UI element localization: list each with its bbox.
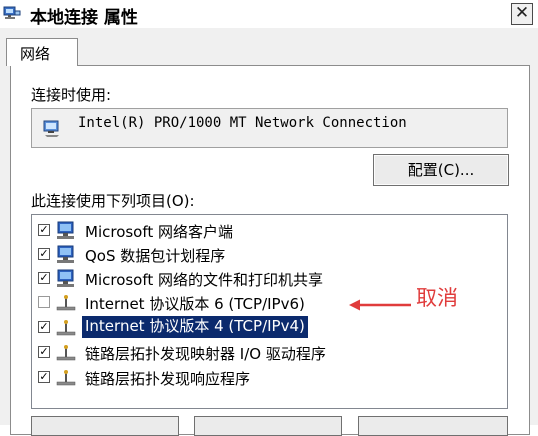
install-button[interactable] (31, 416, 179, 436)
close-button[interactable]: ✕ (511, 3, 533, 25)
uninstall-button[interactable] (194, 416, 342, 436)
properties-button[interactable] (358, 416, 508, 436)
item-label: 链路层拓扑发现映射器 I/O 驱动程序 (85, 345, 326, 363)
protocol-icon (56, 320, 76, 336)
list-item[interactable]: ✓ QoS 数据包计划程序 (34, 243, 504, 266)
configure-button[interactable]: 配置(C)... (373, 154, 509, 186)
annotation-arrow (349, 299, 411, 311)
item-label: Internet 协议版本 6 (TCP/IPv6) (85, 295, 305, 313)
items-list-label: 此连接使用下列项目(O): (31, 192, 195, 210)
item-label: Internet 协议版本 4 (TCP/IPv4) (82, 316, 308, 338)
item-label: QoS 数据包计划程序 (85, 247, 226, 265)
item-checkbox[interactable] (38, 296, 50, 308)
protocol-icon (56, 370, 76, 386)
adapter-field: Intel(R) PRO/1000 MT Network Connection (31, 108, 508, 148)
protocol-icon (56, 345, 76, 361)
item-checkbox[interactable]: ✓ (38, 346, 50, 358)
annotation-label: 取消 (416, 286, 458, 310)
title-bar: 本地连接 属性 ✕ (0, 0, 538, 28)
item-label: 链路层拓扑发现响应程序 (85, 370, 251, 388)
item-checkbox[interactable]: ✓ (38, 272, 50, 284)
item-checkbox[interactable]: ✓ (38, 321, 50, 333)
tab-network[interactable]: 网络 (6, 38, 78, 66)
list-item[interactable]: ✓ Microsoft 网络客户端 (34, 219, 504, 242)
tab-label: 网络 (20, 45, 51, 63)
qos-scheduler-icon (57, 245, 74, 263)
list-item[interactable]: ✓ 链路层拓扑发现响应程序 (34, 366, 504, 389)
connect-using-label: 连接时使用: (31, 86, 112, 104)
file-printer-sharing-icon (57, 269, 74, 287)
adapter-name: Intel(R) PRO/1000 MT Network Connection (78, 115, 407, 131)
window-title: 本地连接 属性 (30, 8, 138, 28)
network-adapter-icon (43, 120, 59, 137)
list-item[interactable]: ✓ 链路层拓扑发现映射器 I/O 驱动程序 (34, 341, 504, 364)
item-label: Microsoft 网络的文件和打印机共享 (85, 271, 324, 289)
item-checkbox[interactable]: ✓ (38, 371, 50, 383)
list-item-selected[interactable]: ✓ Internet 协议版本 4 (TCP/IPv4) (34, 316, 504, 339)
item-label: Microsoft 网络客户端 (85, 223, 234, 241)
item-checkbox[interactable]: ✓ (38, 248, 50, 260)
protocol-icon (56, 295, 76, 311)
network-connection-icon (3, 6, 21, 19)
network-client-icon (57, 221, 74, 239)
item-checkbox[interactable]: ✓ (38, 224, 50, 236)
